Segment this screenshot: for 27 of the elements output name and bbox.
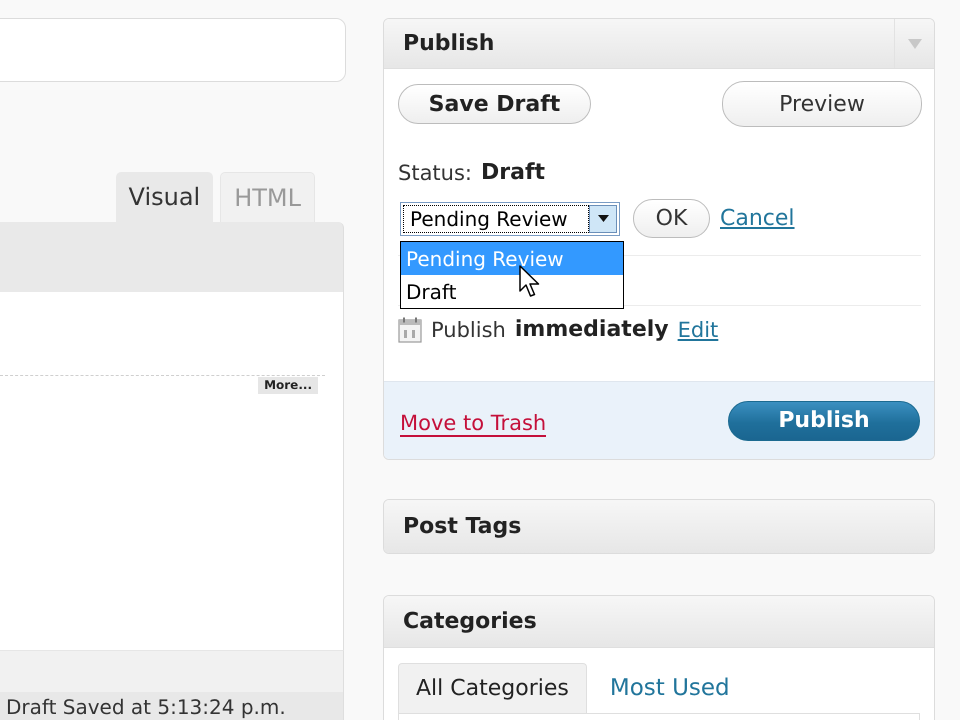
panel-title: Post Tags — [403, 514, 522, 539]
category-tab[interactable]: All Categories — [398, 663, 587, 713]
panel-title: Categories — [403, 609, 537, 634]
more-tag: More... — [258, 377, 318, 394]
preview-button[interactable]: Preview — [722, 81, 922, 127]
editor-content-area[interactable]: More... — [0, 292, 344, 650]
editor-tab[interactable]: Visual — [116, 172, 214, 222]
edit-link[interactable]: Edit — [678, 318, 718, 342]
panel-title: Publish — [403, 31, 494, 56]
ok-button[interactable]: OK — [633, 199, 710, 238]
title-input-field[interactable] — [0, 18, 346, 82]
status-select[interactable]: Pending Review — [400, 202, 620, 236]
category-tab[interactable]: Most Used — [592, 663, 747, 713]
schedule-value: immediately — [514, 317, 669, 342]
caret-icon — [598, 215, 608, 222]
save-draft-button[interactable]: Save Draft — [398, 84, 591, 124]
mouse-pointer-icon — [519, 265, 541, 299]
status-label: Status: — [398, 160, 472, 186]
calendar-icon — [398, 316, 422, 342]
caret-icon[interactable] — [908, 38, 922, 48]
publish-button[interactable]: Publish — [728, 400, 920, 440]
draft-saved-text: Draft Saved at 5:13:24 p.m. — [6, 695, 286, 719]
status-value: Draft — [481, 160, 546, 186]
dropdown-option[interactable]: Draft — [401, 275, 623, 308]
schedule-label: Publish — [431, 318, 506, 342]
cancel-link[interactable]: Cancel — [720, 206, 795, 231]
move-to-trash-link[interactable]: Move to Trash — [400, 410, 546, 436]
